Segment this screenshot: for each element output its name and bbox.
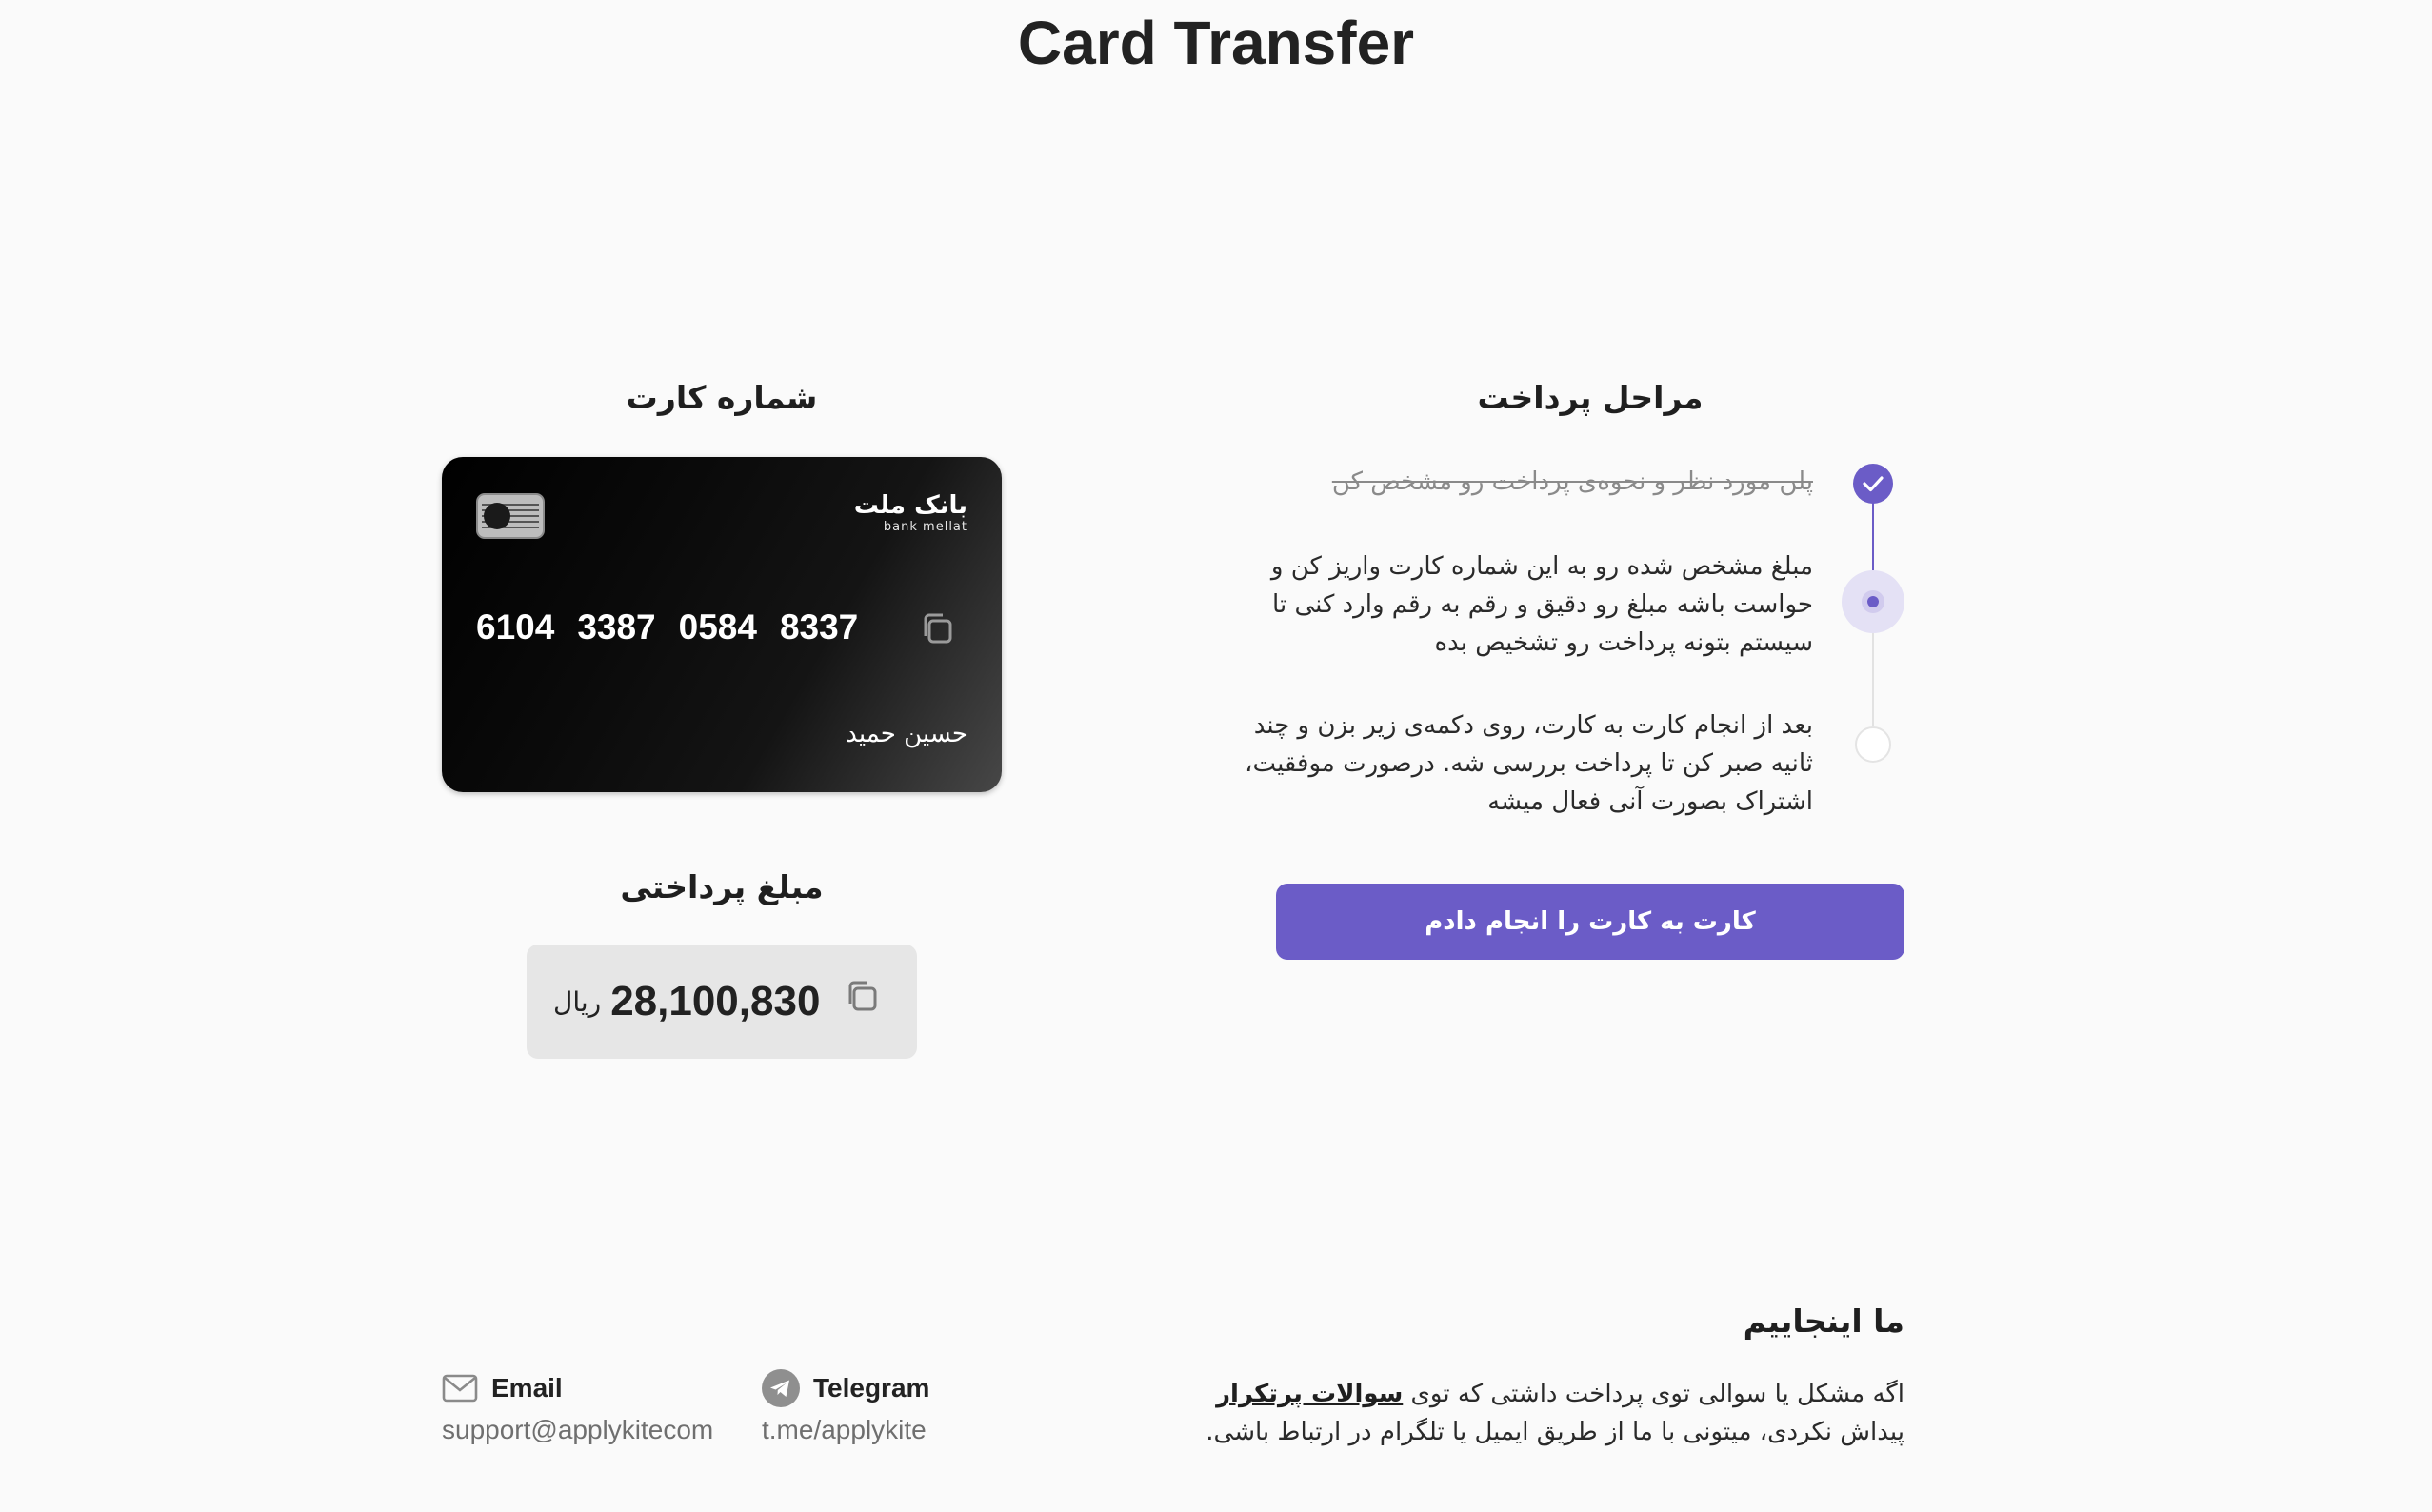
- amount-box: ریال 28,100,830: [527, 945, 917, 1059]
- card-number-group: 0584: [678, 607, 757, 647]
- telegram-label: Telegram: [813, 1373, 930, 1403]
- step-current-marker: [1842, 570, 1904, 633]
- timeline-connector-pending: [1872, 624, 1874, 726]
- amount-value: 28,100,830: [610, 978, 821, 1025]
- card-number: 6104 3387 0584 8337: [476, 607, 858, 647]
- bank-name: بانک ملت: [853, 491, 967, 520]
- card-number-group: 6104: [476, 607, 555, 647]
- timeline-connector-active: [1872, 500, 1874, 571]
- help-text-start: اگه مشکل یا سوالی توی پرداخت داشتی که تو…: [1403, 1380, 1904, 1408]
- card-holder-name: حسین حمید: [846, 720, 967, 748]
- bank-logo: بانک ملت bank mellat: [854, 491, 967, 535]
- amount-unit: ریال: [553, 985, 602, 1018]
- copy-card-number-icon[interactable]: [918, 609, 956, 647]
- email-label: Email: [491, 1373, 563, 1403]
- copy-amount-icon[interactable]: [843, 977, 881, 1015]
- card-transfer-page: Card Transfer شماره کارت بانک ملت bank m…: [0, 0, 2432, 1512]
- telegram-link[interactable]: t.me/applykite: [762, 1415, 929, 1445]
- card-number-heading: شماره کارت: [626, 379, 818, 416]
- current-dot-icon: [1862, 590, 1884, 613]
- help-text: اگه مشکل یا سوالی توی پرداخت داشتی که تو…: [1181, 1375, 1904, 1451]
- card-chip-icon: [476, 493, 545, 539]
- step-pending-marker: [1855, 726, 1891, 763]
- help-text-end: پیداش نکردی، میتونی با ما از طریق ایمیل …: [1206, 1418, 1904, 1446]
- help-heading: ما اینجاییم: [1743, 1303, 1904, 1340]
- step-3-text: بعد از انجام کارت به کارت، روی دکمه‌ی زی…: [1245, 711, 1813, 816]
- payment-steps-heading: مراحل پرداخت: [1477, 379, 1704, 416]
- telegram-contact: Telegram t.me/applykite: [762, 1369, 929, 1445]
- amount-heading: مبلغ پرداختی: [620, 868, 824, 905]
- email-contact: Email support@applykitecom: [442, 1369, 713, 1445]
- telegram-icon: [762, 1369, 800, 1407]
- card-number-group: 8337: [779, 607, 859, 647]
- faq-link[interactable]: سوالات پرتکرار: [1216, 1380, 1403, 1408]
- step-2-text: مبلغ مشخص شده رو به این شماره کارت واریز…: [1270, 552, 1813, 657]
- bank-name-latin: bank mellat: [883, 520, 967, 534]
- page-title: Card Transfer: [1017, 9, 1415, 77]
- check-icon: [1863, 476, 1884, 492]
- card-number-group: 3387: [577, 607, 656, 647]
- step-done-marker: [1853, 464, 1893, 504]
- bank-card: بانک ملت bank mellat 6104 3387 0584 8337…: [442, 457, 1002, 792]
- step-1-text: پلن مورد نظر و نحوه‌ی پرداخت رو مشخص کن: [1331, 468, 1813, 496]
- transfer-done-button[interactable]: کارت به کارت را انجام دادم: [1276, 884, 1904, 960]
- mail-icon: [442, 1374, 478, 1403]
- email-link[interactable]: support@applykitecom: [442, 1415, 713, 1445]
